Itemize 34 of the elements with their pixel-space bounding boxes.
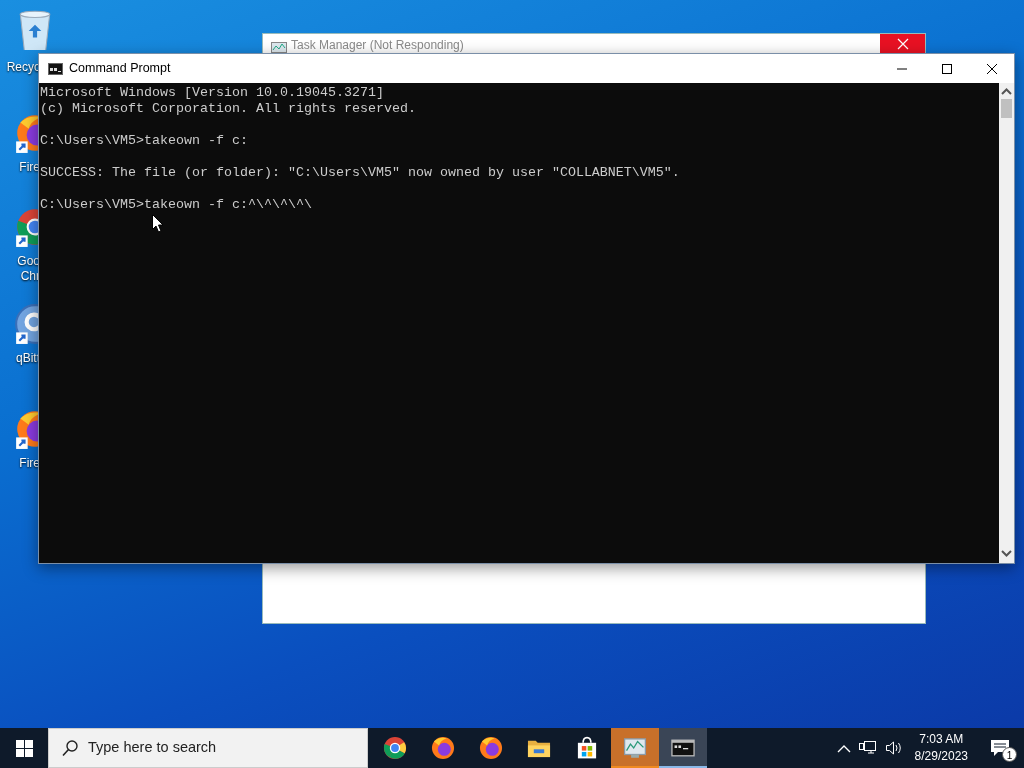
notifications-button[interactable]: 1	[976, 728, 1024, 768]
clock-date: 8/29/2023	[914, 748, 968, 765]
notification-badge: 1	[1002, 747, 1017, 762]
window-title: Task Manager (Not Responding)	[291, 38, 464, 52]
console-line: SUCCESS: The file (or folder): "C:\Users\VM5" now owned by user "COLLABNET\VM5".	[40, 165, 680, 181]
scroll-down-icon[interactable]	[1001, 550, 1012, 557]
firefox-icon	[478, 735, 504, 761]
clock-time: 7:03 AM	[918, 731, 965, 748]
scrollbar[interactable]	[999, 83, 1014, 563]
console-line: C:\Users\VM5>takeown -f c:^\^\^\^\	[40, 197, 312, 213]
mouse-pointer-icon	[152, 214, 164, 233]
command-prompt-icon	[48, 62, 63, 75]
icon-label: Goo	[16, 254, 40, 269]
icon-label: Chr	[19, 269, 40, 284]
task-manager-icon	[271, 42, 287, 55]
chrome-icon	[382, 735, 408, 761]
console-line: Microsoft Windows [Version 10.0.19045.3271]	[40, 85, 384, 101]
scroll-up-icon[interactable]	[1001, 88, 1012, 95]
scroll-thumb[interactable]	[1001, 99, 1012, 118]
windows-logo-icon	[15, 739, 33, 757]
close-icon	[896, 37, 909, 50]
window-title: Command Prompt	[69, 60, 171, 78]
maximize-icon	[941, 63, 952, 74]
console-line: C:\Users\VM5>takeown -f c:	[40, 133, 248, 149]
firefox-icon	[430, 735, 456, 761]
close-icon	[986, 63, 997, 74]
search-icon	[62, 740, 78, 757]
clock[interactable]: 7:03 AM 8/29/2023	[906, 731, 976, 765]
icon-label: Recyc	[5, 60, 40, 75]
close-button[interactable]	[880, 34, 925, 53]
monitor-chart-icon	[622, 735, 648, 761]
search-field[interactable]: Type here to search	[48, 728, 368, 768]
taskbar-app-button[interactable]	[659, 728, 707, 768]
console-line: (c) Microsoft Corporation. All rights reserved.	[40, 101, 416, 117]
